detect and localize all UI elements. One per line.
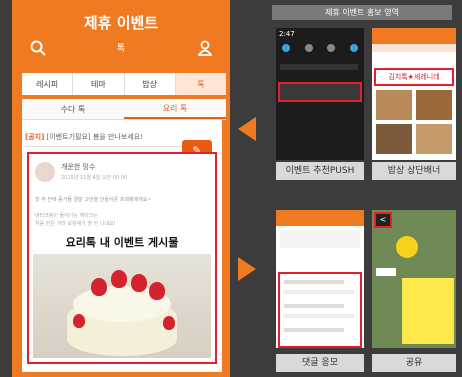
category-recipe[interactable]: 레시피 bbox=[22, 73, 74, 95]
category-row: 레시피 테마 밥상 톡 bbox=[22, 73, 226, 95]
top-banner: 김치톡★셰레니데 bbox=[374, 68, 454, 86]
comment-line bbox=[284, 290, 354, 294]
overlay-caption: 요리톡 내 이벤트 게시물 bbox=[65, 236, 179, 249]
emoji-icon bbox=[396, 236, 418, 258]
comment-line bbox=[284, 280, 344, 284]
wifi-icon bbox=[282, 44, 290, 52]
sound-icon bbox=[304, 44, 313, 52]
app-title: 제휴 이벤트 bbox=[83, 14, 159, 32]
strawberry bbox=[73, 314, 85, 328]
notice-tag: [공지] bbox=[25, 133, 45, 141]
avatar bbox=[35, 162, 55, 182]
comment-line bbox=[284, 304, 344, 308]
strawberry bbox=[163, 316, 175, 330]
banner-nav bbox=[372, 44, 456, 52]
right-panel-title: 제휴 이벤트 홍보 영역 bbox=[272, 5, 452, 20]
strawberry bbox=[149, 282, 165, 300]
comment-header bbox=[276, 210, 364, 226]
share-icon[interactable]: < bbox=[374, 212, 392, 228]
tab-chat-talk[interactable]: 수다 톡 bbox=[22, 99, 124, 119]
chat-name bbox=[376, 268, 396, 276]
comment-screenshot bbox=[276, 210, 364, 348]
comment-row bbox=[280, 230, 360, 248]
talk-tabs: 수다 톡 요리 톡 bbox=[22, 99, 226, 120]
event-post-card[interactable]: 개운한 밍수 2015년 11월 4일 오전 00:00 첫 주 전에 동거들 … bbox=[27, 152, 217, 364]
profile-icon[interactable] bbox=[198, 40, 212, 56]
category-talk-label: 톡 bbox=[197, 79, 205, 89]
arrow-right-icon bbox=[238, 257, 256, 281]
category-talk[interactable]: 톡 bbox=[175, 73, 226, 95]
arrow-left-icon bbox=[238, 117, 256, 141]
brightness-slider bbox=[280, 64, 358, 70]
banner-screenshot: 김치톡★셰레니데 bbox=[372, 28, 456, 160]
category-meal[interactable]: 밥상 bbox=[125, 73, 176, 95]
strawberry bbox=[131, 274, 147, 292]
search-bar: 톡 bbox=[12, 38, 230, 64]
food-thumb bbox=[416, 90, 452, 120]
caption-push: 이벤트 추천PUSH bbox=[276, 162, 364, 180]
category-theme-label: 테마 bbox=[91, 79, 106, 89]
rotate-icon bbox=[349, 44, 358, 52]
notice-text: [이벤트기필요] 봄을 만나보세요! bbox=[46, 133, 143, 141]
food-thumb bbox=[376, 124, 412, 154]
notice-bar[interactable]: [공지] [이벤트기필요] 봄을 만나보세요! bbox=[25, 128, 205, 147]
food-thumb bbox=[416, 124, 452, 154]
cake-photo bbox=[33, 254, 211, 358]
push-time: 2:47 bbox=[279, 30, 295, 38]
food-thumb bbox=[376, 90, 412, 120]
caption-comment: 댓글 응모 bbox=[276, 354, 364, 372]
comment-entry-box bbox=[278, 272, 362, 348]
caption-banner: 밥상 상단배너 bbox=[372, 162, 456, 180]
post-text-1: 첫 주 전에 동거들 결말 고민을 안들어준 프레제에게요~ bbox=[35, 197, 152, 203]
strawberry bbox=[91, 278, 107, 296]
quick-settings bbox=[282, 44, 358, 58]
post-text-3: 처음 만든 거라 모양새가 영 안 나네요! bbox=[35, 221, 116, 227]
tab-chat-talk-label: 수다 톡 bbox=[60, 104, 86, 114]
push-notification bbox=[278, 82, 362, 102]
category-meal-label: 밥상 bbox=[142, 79, 157, 89]
share-screenshot: < bbox=[372, 210, 456, 348]
caption-share: 공유 bbox=[372, 354, 456, 372]
chat-bubble bbox=[402, 278, 454, 344]
banner-header bbox=[372, 28, 456, 44]
comment-line bbox=[284, 328, 344, 332]
strawberry bbox=[111, 270, 127, 288]
push-screenshot: 2:47 bbox=[276, 28, 364, 160]
tab-cooking-talk-label: 요리 톡 bbox=[162, 103, 188, 113]
post-date: 2015년 11월 4일 오전 00:00 bbox=[61, 175, 128, 181]
tab-cooking-talk[interactable]: 요리 톡 bbox=[124, 99, 226, 119]
post-user: 개운한 밍수 bbox=[61, 163, 96, 171]
category-recipe-label: 레시피 bbox=[36, 79, 59, 89]
post-text-2: 버터크림이 들어가는 케이크는 bbox=[35, 213, 98, 219]
comment-line bbox=[284, 314, 354, 318]
bluetooth-icon bbox=[327, 44, 336, 52]
category-theme[interactable]: 테마 bbox=[73, 73, 125, 95]
